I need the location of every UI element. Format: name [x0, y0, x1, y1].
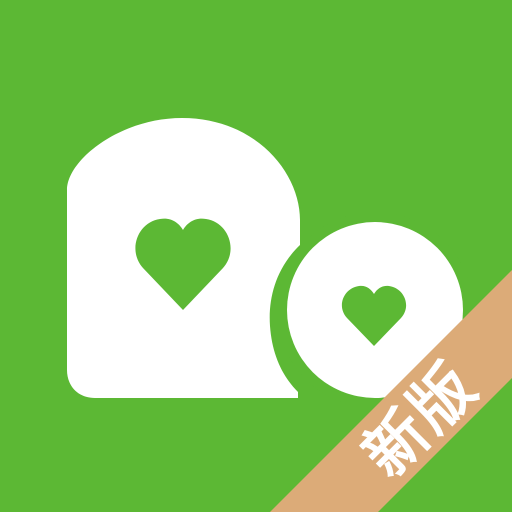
app-icon: 新版	[0, 0, 512, 512]
app-icon-artwork: 新版	[0, 0, 512, 512]
